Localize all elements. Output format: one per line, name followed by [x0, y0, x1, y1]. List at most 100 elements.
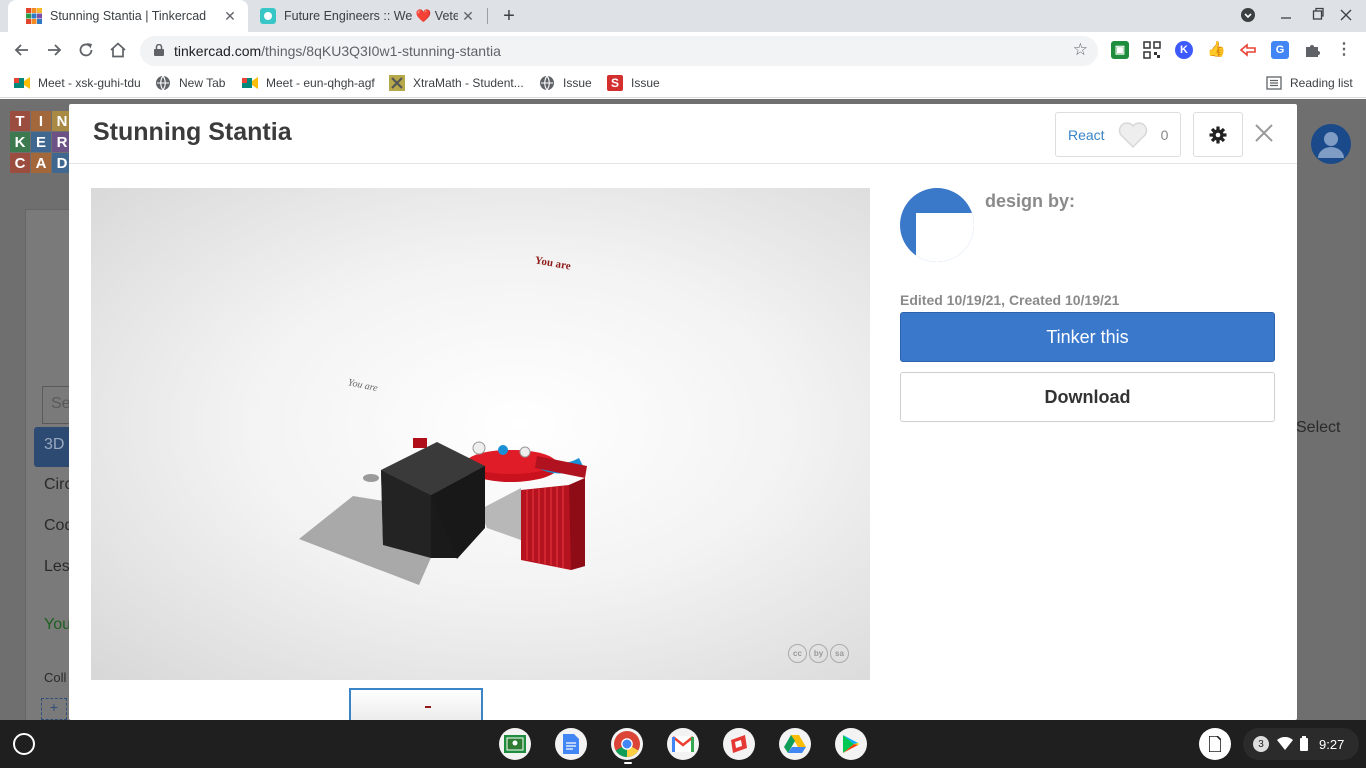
- globe-icon: [155, 75, 171, 91]
- bookmark-item[interactable]: New Tab: [155, 75, 225, 91]
- google-drive-app-icon[interactable]: [779, 728, 811, 760]
- tab-title: Future Engineers :: We ❤️ Vetera: [284, 8, 458, 23]
- sa-license-icon: sa: [830, 644, 849, 663]
- reading-list-icon: [1266, 75, 1282, 91]
- bookmark-label: Meet - eun-qhgh-agf: [266, 76, 375, 90]
- tab-search-icon[interactable]: [1240, 7, 1256, 26]
- url-text: tinkercad.com/things/8qKU3Q3I0w1-stunnin…: [174, 43, 501, 59]
- puzzle-extensions-icon[interactable]: [1303, 41, 1321, 59]
- forward-icon[interactable]: [43, 40, 65, 62]
- logo-letter: I: [31, 111, 51, 131]
- design-dates: Edited 10/19/21, Created 10/19/21: [900, 292, 1120, 308]
- tinkercad-icon: [26, 8, 42, 24]
- close-tab-icon[interactable]: ✕: [458, 8, 478, 25]
- avatar-placeholder: [916, 213, 974, 262]
- license-badges: cc by sa: [788, 644, 849, 663]
- logo-letter: T: [10, 111, 30, 131]
- google-classroom-extension-icon[interactable]: ▣: [1111, 41, 1129, 59]
- tote-icon[interactable]: [1199, 728, 1231, 760]
- home-icon[interactable]: [107, 40, 129, 62]
- bookmark-item[interactable]: Issue: [539, 75, 592, 91]
- cc-license-icon: cc: [788, 644, 807, 663]
- bookmark-star-icon[interactable]: ☆: [1073, 40, 1088, 60]
- reading-list-label: Reading list: [1290, 76, 1353, 90]
- launcher-icon[interactable]: [13, 733, 35, 755]
- google-meet-icon: [242, 75, 258, 91]
- background-collections-item: Coll: [44, 670, 67, 685]
- browser-toolbar: tinkercad.com/things/8qKU3Q3I0w1-stunnin…: [0, 32, 1366, 70]
- bookmark-item[interactable]: Meet - eun-qhgh-agf: [242, 75, 375, 91]
- logo-letter: C: [10, 153, 30, 173]
- xtramath-icon: [389, 75, 405, 91]
- author-avatar[interactable]: [900, 188, 974, 262]
- tab-title: Stunning Stantia | Tinkercad: [50, 9, 207, 23]
- by-license-icon: by: [809, 644, 828, 663]
- bookmark-label: Issue: [563, 76, 592, 90]
- logo-letter: K: [10, 132, 30, 152]
- play-store-app-icon[interactable]: [835, 728, 867, 760]
- minimize-icon[interactable]: [1280, 7, 1292, 26]
- heart-icon: [1118, 121, 1147, 148]
- react-count: 0: [1160, 126, 1169, 143]
- tab-future-engineers[interactable]: Future Engineers :: We ❤️ Vetera ✕: [248, 0, 486, 32]
- google-classroom-app-icon[interactable]: [499, 728, 531, 760]
- qr-code-extension-icon[interactable]: [1143, 41, 1161, 59]
- url-path: /things/8qKU3Q3I0w1-stunning-stantia: [261, 43, 501, 59]
- modal-header: Stunning Stantia React 0: [69, 104, 1297, 164]
- bookmark-item[interactable]: Meet - xsk-guhi-tdu: [14, 75, 141, 91]
- bookmark-label: New Tab: [179, 76, 226, 90]
- status-tray[interactable]: 3 9:27: [1243, 728, 1359, 760]
- bookmark-label: Issue: [631, 76, 660, 90]
- notification-count: 3: [1253, 736, 1269, 752]
- url-host: tinkercad.com: [174, 43, 262, 59]
- chrome-app-icon[interactable]: [611, 728, 643, 760]
- close-modal-icon[interactable]: [1253, 120, 1275, 146]
- 3d-model-viewer[interactable]: You are You are cc by sa: [91, 188, 870, 680]
- model-text-red: You are: [534, 254, 572, 272]
- react-button[interactable]: React 0: [1055, 112, 1181, 157]
- clock: 9:27: [1319, 736, 1345, 752]
- gmail-app-icon[interactable]: [667, 728, 699, 760]
- tab-tinkercad[interactable]: Stunning Stantia | Tinkercad ✕: [8, 0, 248, 32]
- tab-separator: [487, 8, 488, 24]
- k-extension-icon[interactable]: K: [1175, 41, 1193, 59]
- google-meet-icon: [14, 75, 30, 91]
- bookmark-item[interactable]: S Issue: [607, 75, 660, 91]
- google-docs-app-icon[interactable]: [555, 728, 587, 760]
- thumbnail-selected[interactable]: [349, 688, 483, 720]
- design-modal: Stunning Stantia React 0 You are You are…: [69, 104, 1297, 720]
- os-shelf: 3 9:27: [0, 720, 1366, 768]
- back-icon[interactable]: [11, 40, 33, 62]
- background-lessons-item: Les: [44, 558, 70, 575]
- bookmark-label: XtraMath - Student...: [413, 76, 524, 90]
- model-render: You are You are: [299, 254, 587, 585]
- download-button[interactable]: Download: [900, 372, 1275, 422]
- new-tab-button[interactable]: +: [498, 5, 520, 28]
- bookmark-label: Meet - xsk-guhi-tdu: [38, 76, 141, 90]
- close-window-icon[interactable]: [1340, 7, 1352, 26]
- design-title: Stunning Stantia: [93, 118, 292, 146]
- screencastify-app-icon[interactable]: [723, 728, 755, 760]
- thumbs-up-extension-icon[interactable]: 👍: [1207, 41, 1226, 59]
- google-translate-extension-icon[interactable]: G: [1271, 41, 1289, 59]
- bookmark-item[interactable]: XtraMath - Student...: [389, 75, 524, 91]
- globe-icon: [539, 75, 555, 91]
- reading-list-button[interactable]: Reading list: [1266, 75, 1353, 91]
- reload-icon[interactable]: [75, 40, 97, 62]
- user-avatar: [1311, 124, 1351, 164]
- restore-icon[interactable]: [1312, 7, 1324, 26]
- active-app-indicator: [624, 762, 632, 764]
- close-tab-icon[interactable]: ✕: [220, 8, 240, 25]
- future-engineers-icon: [260, 8, 276, 24]
- settings-button[interactable]: [1193, 112, 1243, 157]
- battery-icon: [1300, 736, 1308, 751]
- logo-letter: E: [31, 132, 51, 152]
- address-bar[interactable]: tinkercad.com/things/8qKU3Q3I0w1-stunnin…: [140, 36, 1098, 66]
- design-by-label: design by:: [985, 191, 1076, 211]
- model-text-gray: You are: [347, 377, 379, 394]
- chrome-menu-icon[interactable]: ⋮: [1335, 41, 1353, 59]
- react-label: React: [1068, 126, 1105, 143]
- screencast-extension-icon[interactable]: [1239, 41, 1257, 59]
- wifi-icon: [1277, 737, 1293, 750]
- tinker-this-button[interactable]: Tinker this: [900, 312, 1275, 362]
